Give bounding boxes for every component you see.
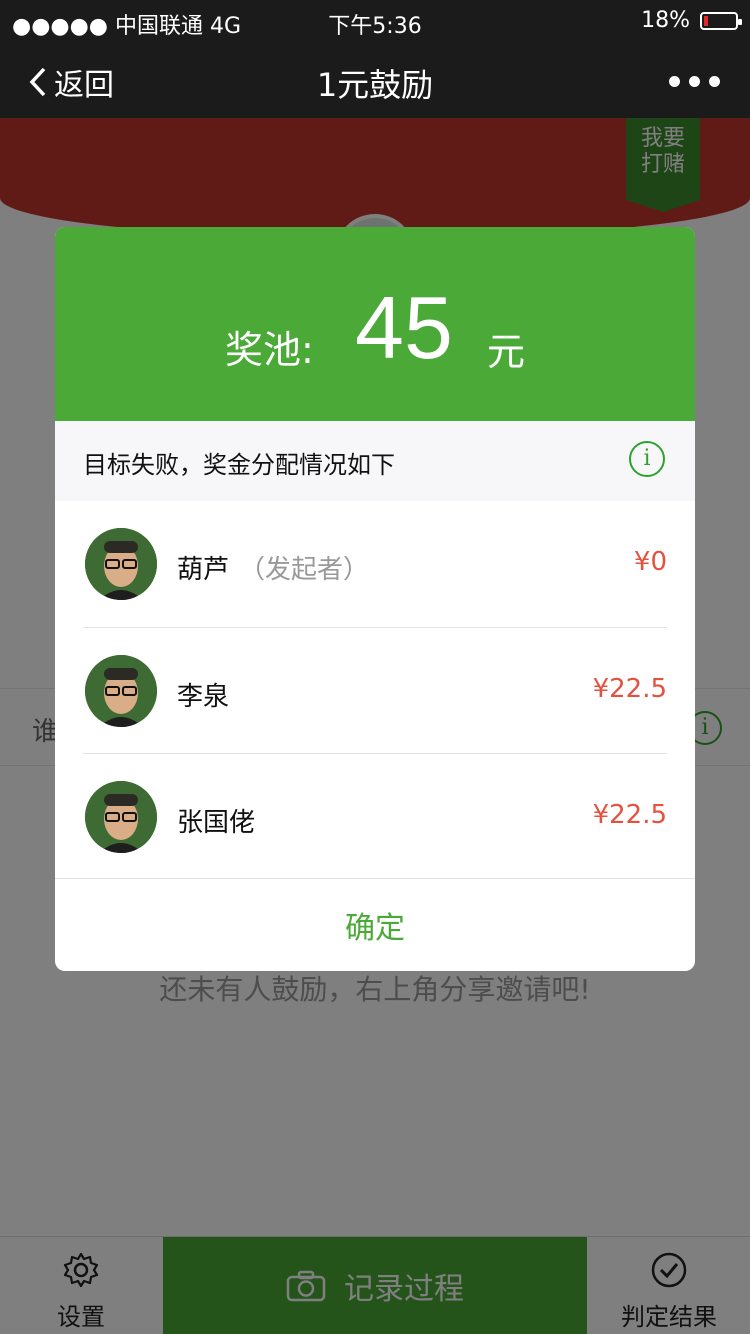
- clock: 下午5:36: [328, 14, 422, 39]
- status-bar: ●●●●● 中国联通 4G 下午5:36 18%: [0, 0, 750, 40]
- page-title: 1元鼓励: [316, 66, 434, 104]
- participant-name-text: 张国佬: [177, 808, 256, 838]
- more-dot-icon: [709, 76, 720, 87]
- list-item: 葫芦 （发起者） ¥0: [83, 501, 667, 627]
- pool-value: 45: [355, 278, 453, 377]
- participant-amount: ¥22.5: [592, 800, 667, 830]
- participant-name-text: 李泉: [177, 682, 230, 712]
- modal-footer: 确定: [55, 878, 695, 971]
- prize-pool-header: 奖池: 45 元: [55, 227, 695, 421]
- participant-role: （发起者）: [239, 555, 370, 585]
- participant-name: 葫芦 （发起者）: [177, 549, 369, 586]
- participant-name: 张国佬: [177, 802, 265, 839]
- confirm-button[interactable]: 确定: [345, 903, 405, 947]
- more-dot-icon: [689, 76, 700, 87]
- avatar: [85, 655, 157, 727]
- participant-amount: ¥22.5: [592, 674, 667, 704]
- info-icon[interactable]: i: [629, 441, 665, 477]
- nav-bar: 返回 1元鼓励: [0, 40, 750, 118]
- pool-label: 奖池:: [225, 328, 314, 372]
- more-dot-icon: [669, 76, 680, 87]
- participant-amount: ¥0: [633, 547, 667, 577]
- result-subtitle-row: 目标失败，奖金分配情况如下 i: [55, 421, 695, 501]
- result-subtitle: 目标失败，奖金分配情况如下: [83, 451, 395, 479]
- participant-name-text: 葫芦: [177, 555, 230, 585]
- avatar: [85, 528, 157, 600]
- participant-name: 李泉: [177, 676, 239, 713]
- list-item: 李泉 ¥22.5: [83, 627, 667, 753]
- battery-percent: 18%: [641, 8, 690, 33]
- status-icons: 18%: [641, 8, 742, 33]
- pool-unit: 元: [487, 330, 526, 374]
- battery-icon: [700, 11, 742, 30]
- list-item: 张国佬 ¥22.5: [83, 753, 667, 879]
- prize-modal: 奖池: 45 元 目标失败，奖金分配情况如下 i 葫芦 （发起者） ¥0 李泉 …: [55, 227, 695, 971]
- more-button[interactable]: [669, 76, 720, 87]
- avatar: [85, 781, 157, 853]
- distribution-list: 葫芦 （发起者） ¥0 李泉 ¥22.5 张国佬 ¥22.5: [55, 501, 695, 879]
